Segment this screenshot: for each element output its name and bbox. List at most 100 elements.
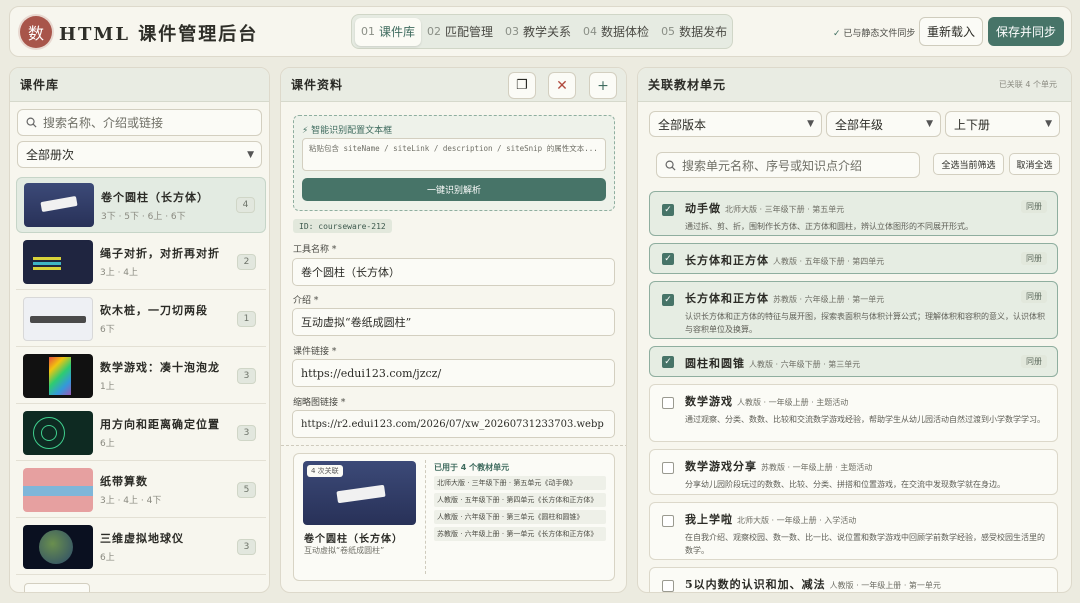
units-header: 关联教材单元 已关联 4 个单元 (638, 68, 1071, 102)
library-item[interactable]: 三维虚拟地球仪 6上 3 (16, 519, 266, 575)
unit-checkbox[interactable] (662, 515, 674, 527)
name-field[interactable]: 卷个圆柱（长方体） (292, 258, 615, 286)
unit-card[interactable]: ✓ 长方体和正方体 苏教版 · 六年级上册 · 第一单元 认识长方体和正方体的特征… (649, 281, 1058, 339)
tab-matching[interactable]: 02 匹配管理 (421, 18, 499, 46)
unit-name: 动手做 (685, 202, 721, 215)
library-item-partial[interactable] (24, 583, 90, 592)
library-item[interactable]: 卷个圆柱（长方体） 3下 · 5下 · 6上 · 6下 4 (16, 177, 266, 233)
divider (281, 445, 626, 446)
unit-title: 动手做 北师大版 · 三年级下册 · 第五单元 (685, 200, 844, 216)
link-field[interactable]: https://edui123.com/jzcz/ (292, 359, 615, 387)
desc-field[interactable]: 互动虚拟“卷纸成圆柱” (292, 308, 615, 336)
item-name: 绳子对折，对折再对折 (100, 247, 220, 260)
thumb-field[interactable]: https://r2.edui123.com/2026/07/xw_202607… (292, 410, 615, 438)
item-thumbnail (23, 296, 93, 341)
chevron-down-icon: ▼ (247, 149, 254, 160)
grade-filter-select[interactable]: 全部年级 ▼ (826, 111, 941, 137)
select-all-button[interactable]: 全选当前筛选 (933, 153, 1004, 175)
unit-search-input[interactable]: 搜索单元名称、序号或知识点介绍 (656, 152, 920, 178)
item-link-count: 3 (237, 538, 256, 555)
unit-card[interactable]: ✓ 长方体和正方体 人教版 · 五年级下册 · 第四单元 同册 (649, 243, 1058, 274)
library-item[interactable]: 用方向和距离确定位置 6上 3 (16, 405, 266, 461)
tab-teaching-relations[interactable]: 03 教学关系 (499, 18, 577, 46)
link-field-label: 课件链接 * (293, 347, 337, 357)
unit-card[interactable]: ✓ 动手做 北师大版 · 三年级下册 · 第五单元 通过拆、剪、折，围制作长方体、… (649, 191, 1058, 236)
library-item[interactable]: 数学游戏：凑十泡泡龙 1上 3 (16, 348, 266, 404)
chevron-down-icon: ▼ (1045, 119, 1052, 129)
unit-card[interactable]: 我上学啦 北师大版 · 一年级上册 · 入学活动 在自我介绍、观察校园、数一数、比… (649, 502, 1058, 560)
item-link-count: 2 (237, 253, 256, 270)
tab-data-check[interactable]: 04 数据体检 (577, 18, 655, 46)
tab-number: 05 (661, 25, 676, 38)
unit-name: 我上学啦 (685, 513, 733, 526)
same-volume-badge: 同册 (1021, 355, 1047, 368)
unit-card[interactable]: ✓ 圆柱和圆锥 人教版 · 六年级下册 · 第三单元 同册 (649, 346, 1058, 377)
smart-parse-box: ⚡ 智能识别配置文本框 粘贴包含 siteName / siteLink / d… (293, 115, 615, 211)
preview-used-item: 北师大版 · 三年级下册 · 第五单元《动手做》 (434, 476, 606, 490)
search-icon (26, 117, 37, 128)
library-item[interactable]: 绳子对折，对折再对折 3上 · 4上 2 (16, 234, 266, 290)
same-volume-badge: 同册 (1021, 252, 1047, 265)
app-logo: 数 (20, 16, 52, 48)
unit-title: 圆柱和圆锥 人教版 · 六年级下册 · 第三单元 (685, 355, 860, 371)
unit-title: 5以内数的认识和加、减法 人教版 · 一年级上册 · 第一单元 (685, 576, 941, 592)
unit-desc: 在自我介绍、观察校园、数一数、比一比、说位置和数学游戏中回顾学前数学经验，感受校… (685, 533, 1045, 555)
unit-card[interactable]: 数学游戏 人教版 · 一年级上册 · 主题活动 通过观察、分类、数数、比较和交流数… (649, 384, 1058, 442)
unit-name: 数学游戏 (685, 395, 733, 408)
tab-number: 01 (361, 25, 375, 38)
preview-divider (425, 460, 426, 574)
unit-name: 长方体和正方体 (685, 254, 769, 267)
item-name: 卷个圆柱（长方体） (101, 190, 209, 204)
item-grades: 1上 (100, 382, 115, 392)
unit-checkbox[interactable] (662, 462, 674, 474)
save-sync-button[interactable]: 保存并同步 (988, 17, 1064, 46)
tab-number: 03 (505, 25, 520, 38)
semester-filter-select[interactable]: 上下册 ▼ (945, 111, 1060, 137)
volume-filter-select[interactable]: 全部册次 ▼ (17, 141, 262, 168)
item-grades: 3下 · 5下 · 6上 · 6下 (101, 211, 186, 222)
item-link-count: 5 (237, 481, 256, 498)
preview-link-badge: 4 次关联 (307, 465, 343, 477)
preview-used-item: 人教版 · 六年级下册 · 第三单元《圆柱和圆锥》 (434, 510, 606, 524)
item-thumbnail (23, 524, 93, 569)
tab-library[interactable]: 01 课件库 (355, 17, 422, 46)
item-thumbnail (23, 467, 93, 512)
tab-data-publish[interactable]: 05 数据发布 (655, 18, 733, 46)
unit-checkbox[interactable] (662, 580, 674, 592)
unit-desc: 分享幼儿园阶段玩过的数数、比较、分类、拼搭和位置游戏，在交流中发现数学就在身边。 (685, 480, 1005, 489)
add-button[interactable]: + (589, 72, 617, 99)
delete-button[interactable]: ✕ (548, 72, 576, 99)
semester-filter-value: 上下册 (954, 117, 991, 132)
unit-card[interactable]: 5以内数的认识和加、减法 人教版 · 一年级上册 · 第一单元 (649, 567, 1058, 592)
unit-name: 圆柱和圆锥 (685, 357, 745, 370)
item-thumbnail (24, 183, 94, 227)
library-item[interactable]: 纸带算数 3上 · 4上 · 4下 5 (16, 462, 266, 518)
preview-name: 卷个圆柱（长方体） (304, 534, 403, 545)
unit-title: 长方体和正方体 人教版 · 五年级下册 · 第四单元 (685, 252, 884, 268)
unit-checkbox[interactable] (662, 397, 674, 409)
top-bar: 数 HTML 课件管理后台 01 课件库 02 匹配管理 03 教学关系 04 数据体检… (9, 6, 1072, 57)
smart-parse-textarea[interactable]: 粘贴包含 siteName / siteLink / description /… (302, 138, 606, 171)
unit-checkbox[interactable]: ✓ (662, 356, 674, 368)
units-panel: 关联教材单元 已关联 4 个单元 全部版本 ▼ 全部年级 ▼ 上下册 ▼ 搜索单元名称… (637, 67, 1072, 593)
copy-button[interactable]: ❐ (508, 72, 536, 99)
library-panel: 课件库 搜索名称、介绍或链接 全部册次 ▼ 卷个圆柱（长方体） 3下 · 5下 · … (9, 67, 270, 593)
unit-checkbox[interactable]: ✓ (662, 204, 674, 216)
unit-meta: 苏教版 · 六年级上册 · 第一单元 (773, 295, 885, 304)
parse-button[interactable]: 一键识别解析 (302, 178, 606, 201)
version-filter-select[interactable]: 全部版本 ▼ (649, 111, 822, 137)
grade-filter-value: 全部年级 (835, 117, 884, 132)
library-search-input[interactable]: 搜索名称、介绍或链接 (17, 109, 262, 136)
unit-desc: 认识长方体和正方体的特征与展开图，探索表面积与体积计算公式；理解体积和容积的意义… (685, 312, 1045, 334)
unit-checkbox[interactable]: ✓ (662, 253, 674, 265)
library-item[interactable]: 砍木桩，一刀切两段 6下 1 (16, 291, 266, 347)
reload-button[interactable]: 重新载入 (919, 17, 983, 46)
clear-all-button[interactable]: 取消全选 (1009, 153, 1060, 175)
item-link-count: 3 (237, 367, 256, 384)
preview-desc: 互动虚拟“卷纸成圆柱” (304, 546, 385, 555)
unit-checkbox[interactable]: ✓ (662, 294, 674, 306)
item-grades: 6下 (100, 325, 115, 335)
unit-card[interactable]: 数学游戏分享 苏教版 · 一年级上册 · 主题活动 分享幼儿园阶段玩过的数数、比较… (649, 449, 1058, 495)
item-name: 用方向和距离确定位置 (100, 418, 220, 431)
search-placeholder: 搜索单元名称、序号或知识点介绍 (682, 158, 863, 173)
